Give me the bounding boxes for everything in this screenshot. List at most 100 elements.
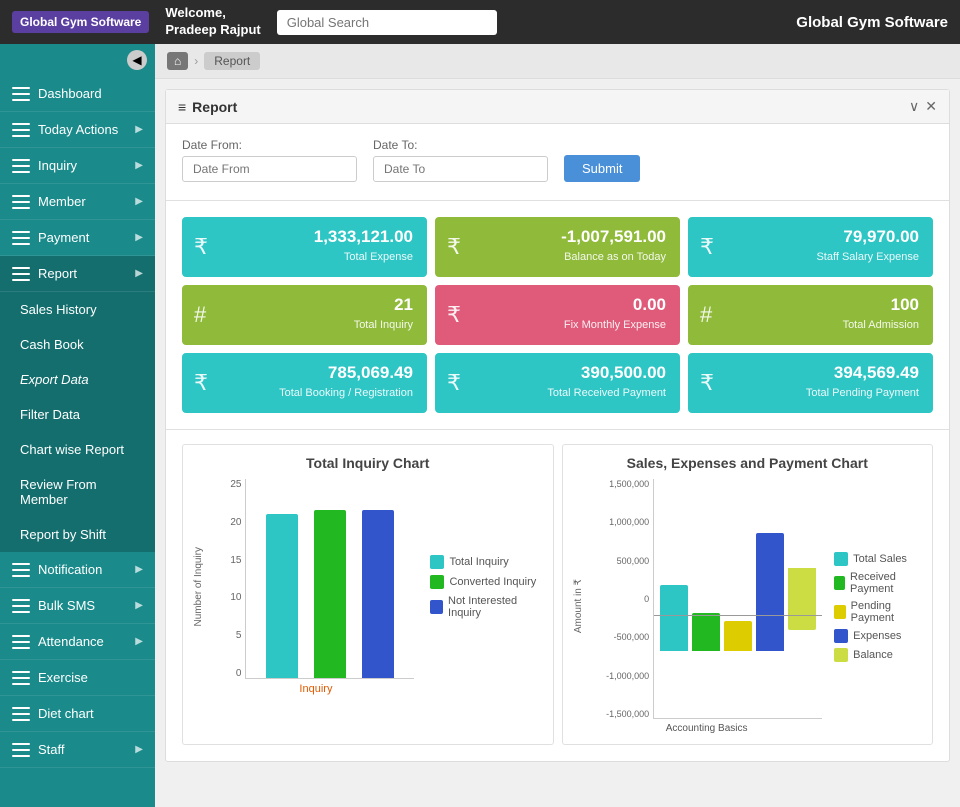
stat-cards-grid: ₹ 1,333,121.00 Total Expense ₹ -1,007,59…	[166, 205, 949, 425]
bar-balance	[788, 568, 816, 630]
bar-received-payment	[692, 613, 720, 651]
legend-expenses: Expenses	[834, 629, 922, 643]
breadcrumb: ⌂ › Report	[155, 44, 960, 79]
rupee-icon-2: ₹	[447, 234, 461, 260]
sales-xlabel: Accounting Basics	[591, 723, 822, 734]
submit-button[interactable]: Submit	[564, 155, 640, 182]
inquiry-icon	[12, 159, 30, 173]
card-fix-monthly: ₹ 0.00 Fix Monthly Expense	[435, 285, 680, 345]
sidebar-item-attendance[interactable]: Attendance ▶	[0, 624, 155, 660]
body-wrap: ◀ Dashboard Today Actions ▶ Inquiry ▶ Me…	[0, 44, 960, 807]
sidebar-toggle-area: ◀	[0, 44, 155, 76]
date-from-label: Date From:	[182, 138, 357, 152]
attendance-icon	[12, 635, 30, 649]
legend-total-sales: Total Sales	[834, 552, 922, 566]
bar-col-pending	[724, 479, 752, 718]
collapse-button[interactable]: ∨	[909, 98, 919, 115]
card-total-inquiry: # 21 Total Inquiry	[182, 285, 427, 345]
sidebar-item-inquiry[interactable]: Inquiry ▶	[0, 148, 155, 184]
notification-icon	[12, 563, 30, 577]
sidebar-item-export-data[interactable]: Export Data	[0, 362, 155, 397]
sidebar-item-today-actions[interactable]: Today Actions ▶	[0, 112, 155, 148]
legend-converted-inquiry: Converted Inquiry	[430, 575, 542, 589]
rupee-icon-4: ₹	[447, 302, 461, 328]
inquiry-xlabel: Inquiry	[217, 683, 414, 695]
sales-ylabel: Amount in ₹	[573, 579, 584, 633]
card-total-booking: ₹ 785,069.49 Total Booking / Registratio…	[182, 353, 427, 413]
sidebar-item-bulk-sms[interactable]: Bulk SMS ▶	[0, 588, 155, 624]
report-panel-header: ≡ Report ∨ ✕	[166, 90, 949, 124]
card-total-pending: ₹ 394,569.49 Total Pending Payment	[688, 353, 933, 413]
inquiry-bar-converted	[314, 510, 346, 678]
legend-dot-blue	[430, 600, 443, 614]
sidebar-item-filter-data[interactable]: Filter Data	[0, 397, 155, 432]
date-from-group: Date From:	[182, 138, 357, 182]
breadcrumb-home[interactable]: ⌂	[167, 52, 188, 70]
sidebar-item-chart-wise-report[interactable]: Chart wise Report	[0, 432, 155, 467]
sidebar-item-exercise[interactable]: Exercise	[0, 660, 155, 696]
legend-not-interested: Not Interested Inquiry	[430, 595, 542, 619]
header: Global Gym Software Welcome, Pradeep Raj…	[0, 0, 960, 44]
zero-line	[654, 615, 822, 616]
bar-col-sales	[660, 479, 688, 718]
breadcrumb-current: Report	[204, 52, 260, 70]
today-actions-icon	[12, 123, 30, 137]
report-title: ≡ Report	[178, 99, 237, 115]
date-to-label: Date To:	[373, 138, 548, 152]
payment-icon	[12, 231, 30, 245]
legend-dot-teal	[430, 555, 444, 569]
sidebar-toggle-button[interactable]: ◀	[127, 50, 147, 70]
inquiry-legend: Total Inquiry Converted Inquiry Not Inte…	[424, 479, 542, 695]
inquiry-bar-not-interested	[362, 510, 394, 678]
bar-expenses	[756, 533, 784, 651]
legend-dot-green	[430, 575, 444, 589]
report-panel: ≡ Report ∨ ✕ Date From: Date To: Submit	[165, 89, 950, 762]
sidebar-item-report[interactable]: Report ▶	[0, 256, 155, 292]
card-staff-salary: ₹ 79,970.00 Staff Salary Expense	[688, 217, 933, 277]
logo: Global Gym Software	[12, 11, 149, 33]
sidebar-item-review-from-member[interactable]: Review From Member	[0, 467, 155, 517]
inquiry-chart-box: Total Inquiry Chart Number of Inquiry 25	[182, 444, 554, 745]
dashboard-icon	[12, 87, 30, 101]
sidebar-item-staff[interactable]: Staff ▶	[0, 732, 155, 768]
header-app-title: Global Gym Software	[796, 14, 948, 31]
main-content: ⌂ › Report ≡ Report ∨ ✕ Date From:	[155, 44, 960, 807]
search-input[interactable]	[277, 10, 497, 35]
date-to-input[interactable]	[373, 156, 548, 182]
sidebar-item-payment[interactable]: Payment ▶	[0, 220, 155, 256]
bar-col-balance	[788, 479, 816, 718]
report-header-controls: ∨ ✕	[909, 98, 937, 115]
bar-pending-payment	[724, 621, 752, 651]
report-icon	[12, 267, 30, 281]
diet-chart-icon	[12, 707, 30, 721]
inquiry-ylabel: Number of Inquiry	[193, 547, 204, 626]
sidebar-item-sales-history[interactable]: Sales History	[0, 292, 155, 327]
sidebar: ◀ Dashboard Today Actions ▶ Inquiry ▶ Me…	[0, 44, 155, 807]
sidebar-report-submenu: Sales History Cash Book Export Data Filt…	[0, 292, 155, 552]
card-total-admission: # 100 Total Admission	[688, 285, 933, 345]
sidebar-item-member[interactable]: Member ▶	[0, 184, 155, 220]
sidebar-item-notification[interactable]: Notification ▶	[0, 552, 155, 588]
sidebar-item-dashboard[interactable]: Dashboard	[0, 76, 155, 112]
sales-legend: Total Sales Received Payment Pending Pay…	[828, 479, 922, 734]
date-from-input[interactable]	[182, 156, 357, 182]
charts-area: Total Inquiry Chart Number of Inquiry 25	[166, 434, 949, 761]
card-total-received: ₹ 390,500.00 Total Received Payment	[435, 353, 680, 413]
inquiry-chart-title: Total Inquiry Chart	[193, 455, 543, 471]
legend-total-inquiry: Total Inquiry	[430, 555, 542, 569]
legend-balance: Balance	[834, 648, 922, 662]
sidebar-item-diet-chart[interactable]: Diet chart	[0, 696, 155, 732]
sidebar-item-cash-book[interactable]: Cash Book	[0, 327, 155, 362]
bulk-sms-icon	[12, 599, 30, 613]
bar-col-expenses	[756, 479, 784, 718]
report-title-icon: ≡	[178, 99, 186, 115]
sidebar-item-report-by-shift[interactable]: Report by Shift	[0, 517, 155, 552]
legend-received-payment: Received Payment	[834, 571, 922, 595]
sales-chart-title: Sales, Expenses and Payment Chart	[573, 455, 923, 471]
rupee-icon-5: ₹	[194, 370, 208, 396]
rupee-icon-3: ₹	[700, 234, 714, 260]
close-button[interactable]: ✕	[925, 98, 937, 115]
bar-col-received	[692, 479, 720, 718]
exercise-icon	[12, 671, 30, 685]
filter-area: Date From: Date To: Submit	[166, 124, 949, 196]
